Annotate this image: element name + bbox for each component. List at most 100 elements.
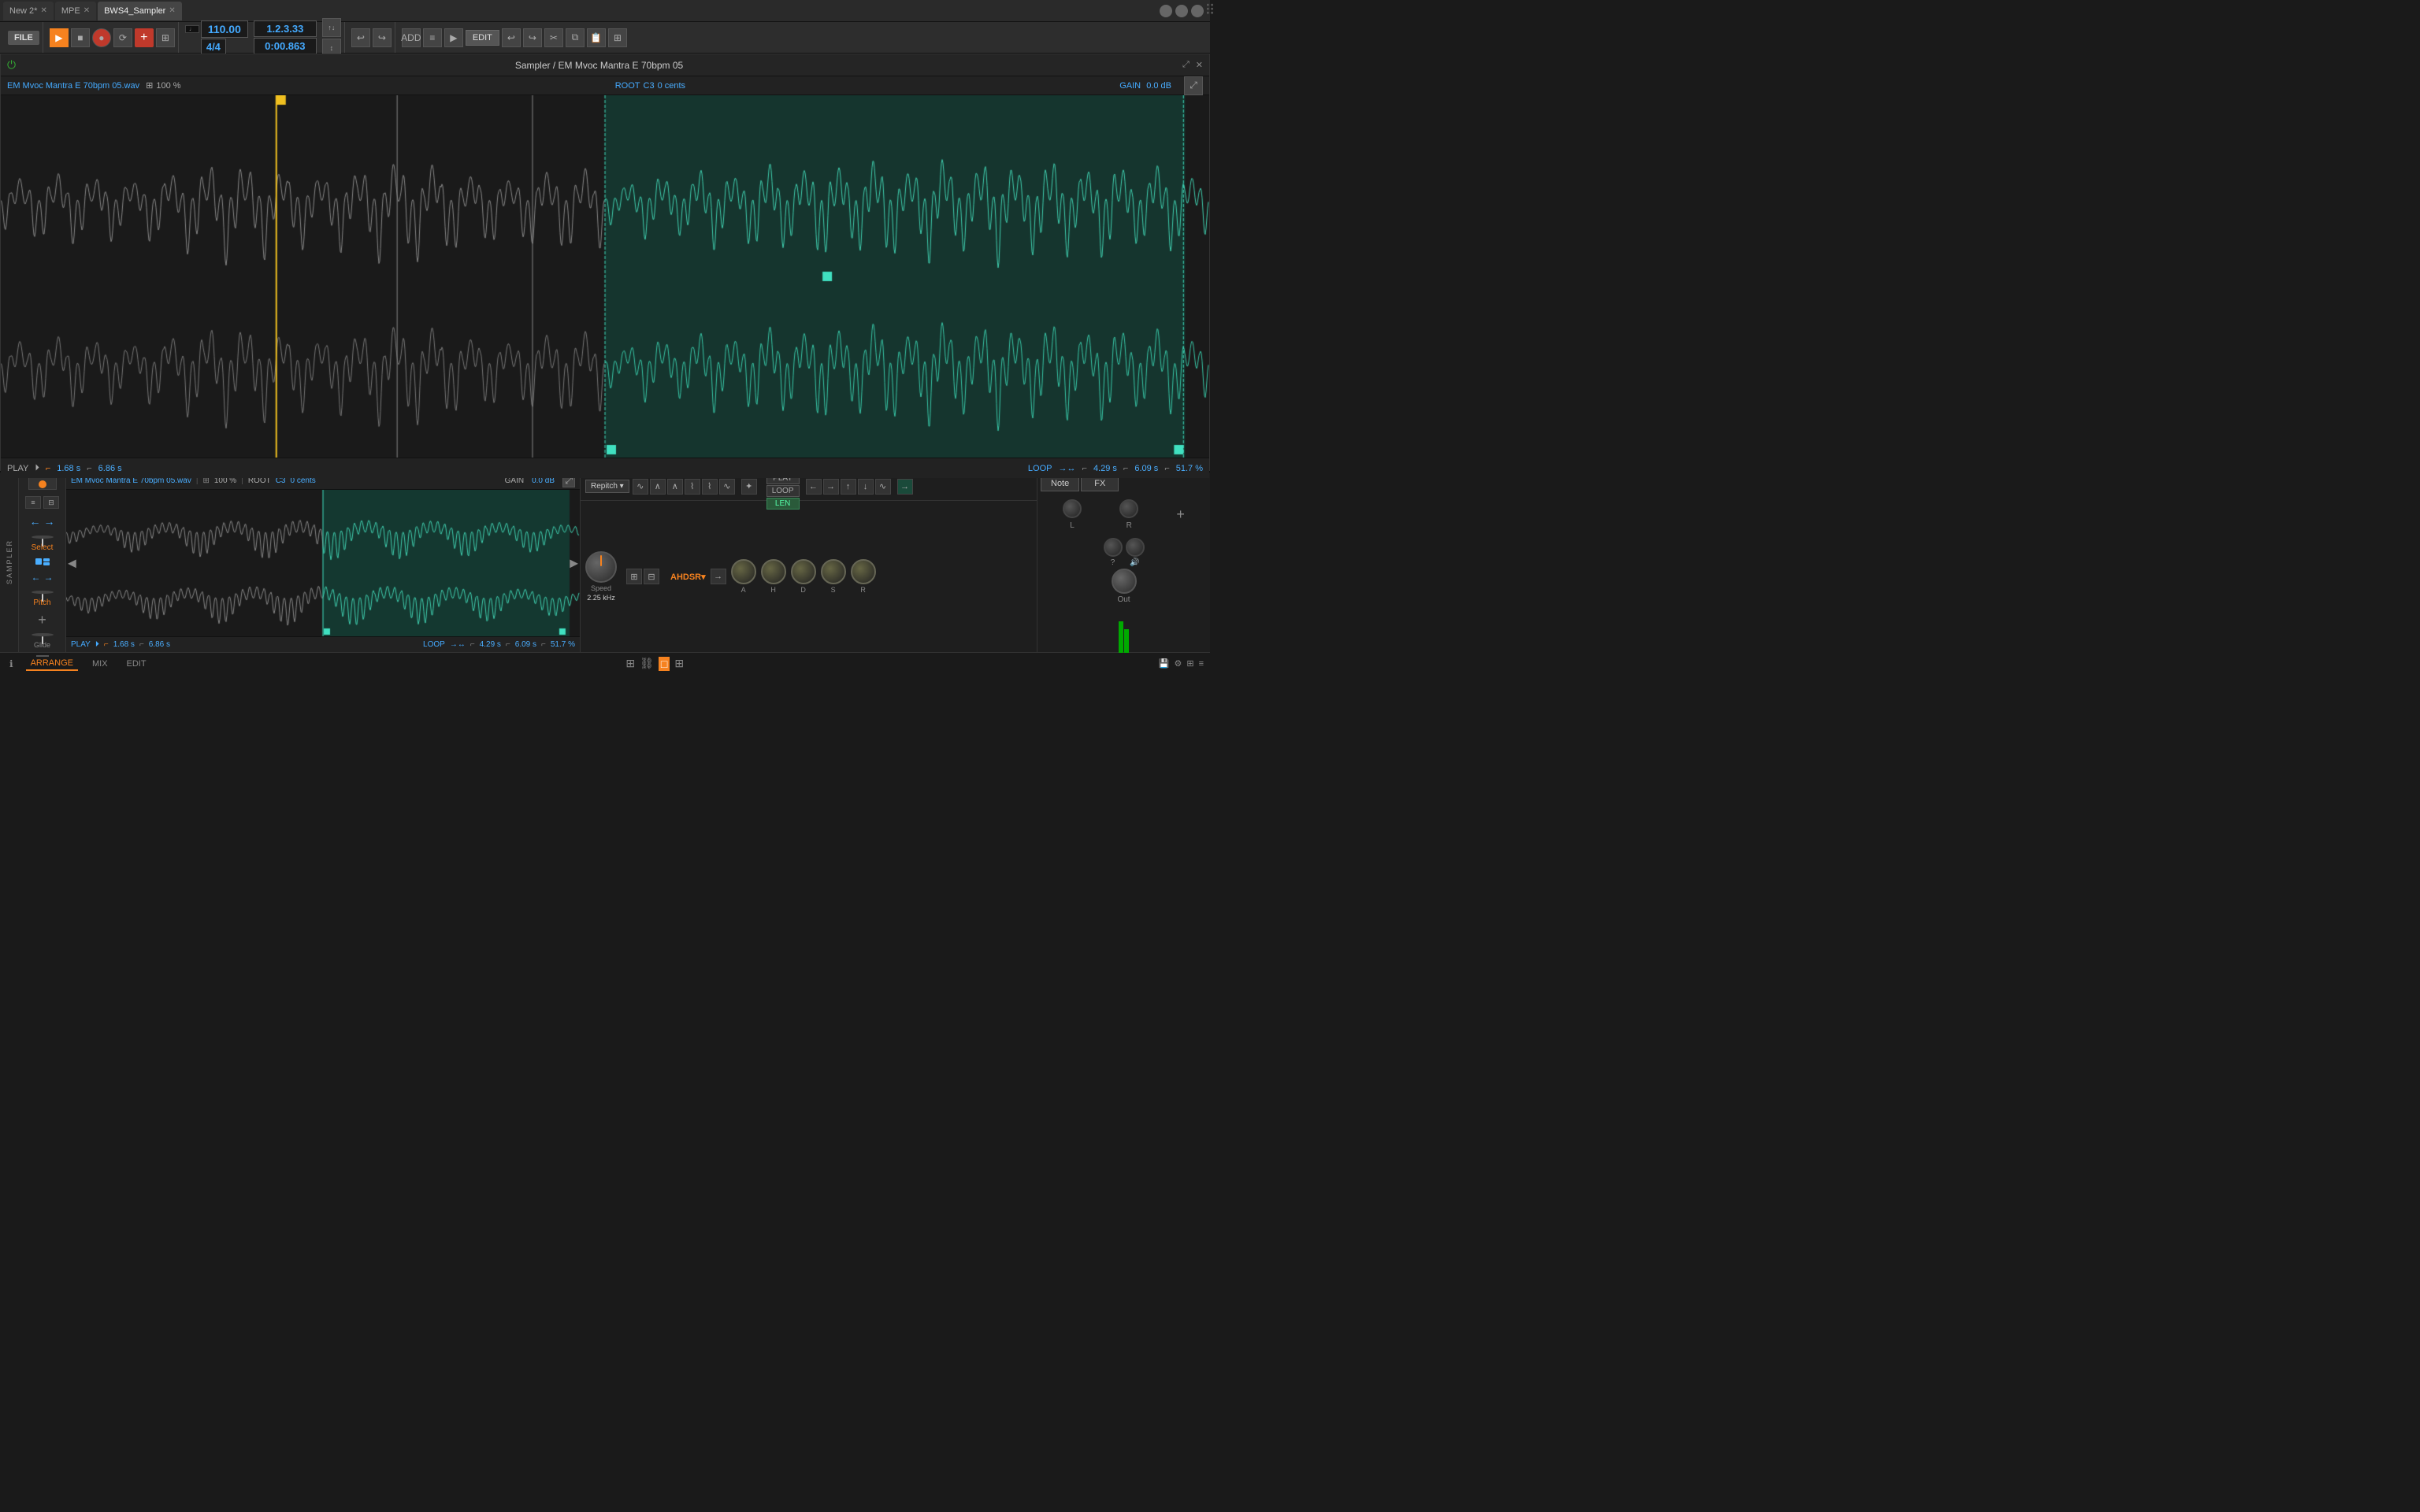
mode-icon-3[interactable]: ∧ bbox=[667, 479, 683, 495]
mixer-button[interactable]: ≡ bbox=[423, 28, 442, 47]
grid-btn-1[interactable]: ⊞ bbox=[626, 569, 642, 584]
save-icon[interactable]: 💾 bbox=[1159, 658, 1170, 669]
loop-dir-btn[interactable]: → bbox=[897, 479, 913, 495]
add-button[interactable]: + bbox=[135, 28, 154, 47]
nav-down-btn[interactable]: ↓ bbox=[858, 479, 874, 495]
right-arrow-2[interactable]: → bbox=[44, 572, 54, 583]
nav-up-btn[interactable]: ↑ bbox=[841, 479, 856, 495]
wf-nav-left[interactable]: ◀ bbox=[68, 557, 76, 570]
wf-nav-right[interactable]: ▶ bbox=[570, 557, 578, 570]
copy-button[interactable]: ⧉ bbox=[566, 28, 585, 47]
mode-icon-2[interactable]: ∧ bbox=[650, 479, 666, 495]
bp-icon-1[interactable]: ≡ bbox=[25, 496, 41, 509]
mode-icon-5[interactable]: ⌇ bbox=[702, 479, 718, 495]
power-indicator[interactable] bbox=[28, 477, 57, 490]
cents-value[interactable]: 0 cents bbox=[658, 81, 685, 91]
transport2-button[interactable]: ▶ bbox=[444, 28, 463, 47]
s-knob[interactable] bbox=[821, 559, 846, 584]
speed-knob[interactable] bbox=[585, 551, 617, 583]
left-arrow-2[interactable]: ← bbox=[32, 572, 41, 583]
tab-new2-close[interactable]: ✕ bbox=[40, 6, 46, 15]
add-track-button[interactable]: ADD bbox=[402, 28, 421, 47]
loop-button[interactable]: ⟳ bbox=[113, 28, 132, 47]
window-close-button[interactable] bbox=[1160, 5, 1172, 17]
right-arrow[interactable]: → bbox=[44, 515, 55, 528]
tap-tempo-button[interactable]: ↑↓ bbox=[322, 18, 341, 37]
tempo-display[interactable]: 110.00 bbox=[201, 20, 248, 38]
window-minimize-button[interactable] bbox=[1175, 5, 1188, 17]
bp-wf-display[interactable]: ◀ ▶ bbox=[66, 490, 580, 636]
root-value[interactable]: C3 bbox=[644, 81, 655, 91]
tab-mpe[interactable]: MPE ✕ bbox=[55, 2, 96, 20]
info-button[interactable]: ℹ bbox=[6, 657, 17, 671]
bars-icon[interactable]: ≡ bbox=[1199, 659, 1204, 669]
window-maximize-button[interactable] bbox=[1191, 5, 1204, 17]
stop-button[interactable]: ■ bbox=[71, 28, 90, 47]
edit-button[interactable]: EDIT bbox=[466, 30, 499, 46]
out-knob[interactable] bbox=[1112, 569, 1137, 594]
glide-knob[interactable] bbox=[32, 633, 54, 636]
duplicate-button[interactable]: ⊞ bbox=[608, 28, 627, 47]
edit-status-button[interactable]: EDIT bbox=[122, 658, 151, 670]
time-sig-display[interactable]: 4/4 bbox=[201, 39, 226, 55]
left-arrow[interactable]: ← bbox=[30, 515, 41, 528]
grid-icon[interactable]: ⊞ bbox=[1186, 658, 1193, 669]
arrange-button[interactable]: ARRANGE bbox=[26, 657, 78, 671]
nav-right-btn[interactable]: → bbox=[823, 479, 839, 495]
r-knob[interactable] bbox=[851, 559, 876, 584]
time-display[interactable]: 0:00.863 bbox=[254, 38, 317, 54]
bp-icon-2[interactable]: ⊟ bbox=[43, 496, 59, 509]
d-knob[interactable] bbox=[791, 559, 816, 584]
mix-button[interactable]: MIX bbox=[87, 658, 113, 670]
r-knob[interactable] bbox=[1119, 499, 1138, 518]
nav-tilde-btn[interactable]: ∿ bbox=[875, 479, 891, 495]
play-button[interactable]: ▶ bbox=[50, 28, 69, 47]
tab-bws4-close[interactable]: ✕ bbox=[169, 6, 175, 15]
undo-button[interactable]: ↩ bbox=[351, 28, 370, 47]
position-display[interactable]: 1.2.3.33 bbox=[254, 20, 317, 37]
ahdsr-label[interactable]: AHDSR▾ bbox=[670, 572, 706, 582]
status-icon-4[interactable]: ⊞ bbox=[674, 657, 684, 671]
settings-icon-btn[interactable]: ✦ bbox=[741, 479, 757, 495]
note-button[interactable]: Note bbox=[1041, 476, 1079, 491]
redo2-button[interactable]: ↪ bbox=[523, 28, 542, 47]
status-icon-3[interactable]: □ bbox=[659, 657, 670, 671]
cut-button[interactable]: ✂ bbox=[544, 28, 563, 47]
tab-bws4[interactable]: BWS4_Sampler ✕ bbox=[98, 2, 182, 20]
tab-new2[interactable]: New 2* ✕ bbox=[3, 2, 54, 20]
paste-button[interactable]: 📋 bbox=[587, 28, 606, 47]
mode-icon-4[interactable]: ⌇ bbox=[685, 479, 700, 495]
nav-left-btn[interactable]: ← bbox=[806, 479, 822, 495]
add-device-button[interactable]: + bbox=[1176, 506, 1185, 523]
h-knob[interactable] bbox=[761, 559, 786, 584]
gain-value[interactable]: 0.0 dB bbox=[1146, 81, 1171, 91]
select-knob[interactable] bbox=[32, 536, 54, 539]
loop-mode-btn[interactable]: LOOP bbox=[766, 485, 800, 497]
expand-wf-button[interactable]: ⤢ bbox=[1184, 76, 1203, 95]
wf-zoom-control[interactable]: ⊞ 100 % bbox=[146, 80, 180, 91]
add-sampler-button[interactable]: + bbox=[38, 612, 46, 628]
repitch-select[interactable]: Repitch ▾ bbox=[585, 480, 629, 493]
mode-icon-1[interactable]: ∿ bbox=[633, 479, 648, 495]
midi-button[interactable]: ⊞ bbox=[156, 28, 175, 47]
undo2-button[interactable]: ↩ bbox=[502, 28, 521, 47]
settings-icon[interactable]: ⚙ bbox=[1174, 658, 1182, 669]
mode-icon-6[interactable]: ∿ bbox=[719, 479, 735, 495]
expand-button[interactable]: ⤢ bbox=[1182, 60, 1190, 70]
fx-button[interactable]: FX bbox=[1081, 476, 1119, 491]
status-icon-1[interactable]: ⊞ bbox=[625, 657, 635, 671]
l-knob[interactable] bbox=[1063, 499, 1082, 518]
status-icon-2[interactable]: ⛓ bbox=[640, 657, 654, 671]
grid-btn-2[interactable]: ⊟ bbox=[644, 569, 659, 584]
file-button[interactable]: FILE bbox=[8, 31, 39, 45]
tab-mpe-close[interactable]: ✕ bbox=[84, 6, 90, 15]
close-button[interactable]: ✕ bbox=[1196, 60, 1203, 70]
redo-button[interactable]: ↪ bbox=[373, 28, 392, 47]
speaker-knob[interactable] bbox=[1126, 538, 1145, 557]
question-knob[interactable] bbox=[1104, 538, 1123, 557]
record-button[interactable]: ● bbox=[92, 28, 111, 47]
power-button[interactable]: ⏻ bbox=[7, 58, 16, 72]
ahdsr-link-btn[interactable]: → bbox=[711, 569, 726, 584]
pitch-knob[interactable] bbox=[32, 591, 54, 594]
a-knob[interactable] bbox=[731, 559, 756, 584]
